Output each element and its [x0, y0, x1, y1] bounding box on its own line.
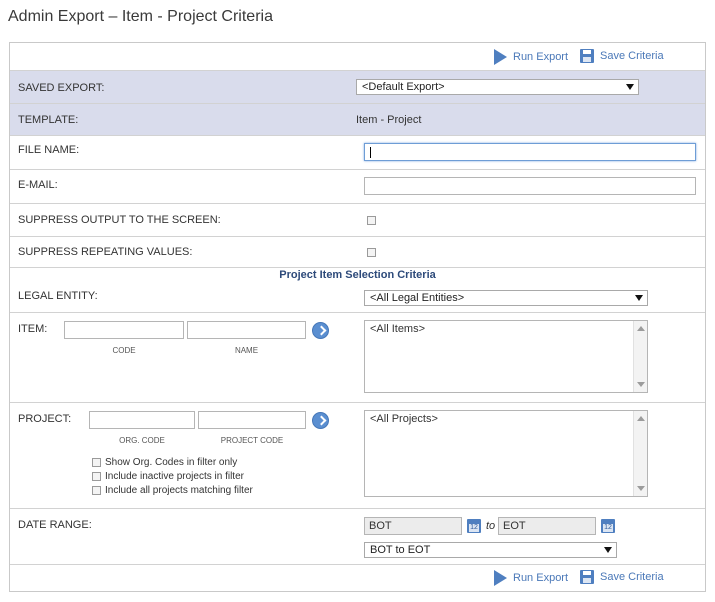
project-code-caption: PROJECT CODE	[220, 436, 284, 445]
date-range-row: DATE RANGE: BOT 12 to EOT 12 BOT to EOT	[10, 509, 705, 565]
legal-entity-label: LEGAL ENTITY:	[18, 290, 98, 302]
play-icon	[494, 49, 507, 65]
item-filter-go-button[interactable]	[312, 322, 329, 339]
legal-entity-value: <All Legal Entities>	[370, 292, 465, 304]
suppress-repeating-checkbox[interactable]	[367, 248, 376, 257]
suppress-output-label: SUPPRESS OUTPUT TO THE SCREEN:	[18, 214, 221, 226]
date-preset-select[interactable]: BOT to EOT	[364, 542, 617, 558]
show-org-codes-label: Show Org. Codes in filter only	[105, 457, 238, 468]
play-icon	[494, 570, 507, 586]
item-label: ITEM:	[18, 323, 48, 335]
calendar-to-icon[interactable]: 12	[601, 519, 615, 533]
date-from-value: BOT	[369, 520, 392, 532]
run-export-label: Run Export	[513, 51, 569, 63]
project-list-entry[interactable]: <All Projects>	[370, 413, 642, 425]
item-name-caption: NAME	[234, 346, 259, 355]
include-all-matching-checkbox[interactable]	[92, 486, 101, 495]
saved-export-select[interactable]: <Default Export>	[356, 79, 639, 95]
show-org-codes-checkbox[interactable]	[92, 458, 101, 467]
date-to-value: EOT	[503, 520, 526, 532]
run-export-button-bottom[interactable]: Run Export	[494, 570, 568, 586]
top-toolbar: Run Export Save Criteria	[10, 43, 705, 71]
template-label: TEMPLATE:	[18, 114, 79, 126]
include-all-matching-label: Include all projects matching filter	[105, 485, 253, 496]
include-inactive-label: Include inactive projects in filter	[105, 471, 244, 482]
dropdown-arrow-icon	[626, 84, 634, 90]
run-export-label: Run Export	[513, 572, 569, 584]
legal-entity-row: Project Item Selection Criteria LEGAL EN…	[10, 268, 705, 313]
suppress-output-checkbox[interactable]	[367, 216, 376, 225]
save-criteria-label: Save Criteria	[600, 50, 664, 62]
project-org-code-input[interactable]	[89, 411, 195, 429]
text-caret	[370, 147, 371, 158]
save-criteria-button-bottom[interactable]: Save Criteria	[580, 570, 664, 584]
page-title: Admin Export – Item - Project Criteria	[8, 8, 273, 25]
item-row: ITEM: CODE NAME <All Items>	[10, 313, 705, 403]
scroll-down-icon[interactable]	[637, 382, 645, 387]
section-title: Project Item Selection Criteria	[279, 269, 436, 281]
date-from-input[interactable]: BOT	[364, 517, 462, 535]
project-listbox[interactable]: <All Projects>	[364, 410, 648, 497]
email-input[interactable]	[364, 177, 696, 195]
item-code-input[interactable]	[64, 321, 184, 339]
dropdown-arrow-icon	[604, 547, 612, 553]
save-disk-icon	[580, 49, 594, 63]
item-code-caption: CODE	[112, 346, 136, 355]
date-preset-value: BOT to EOT	[370, 544, 431, 556]
scroll-up-icon[interactable]	[637, 416, 645, 421]
file-name-input[interactable]	[364, 143, 696, 161]
criteria-panel: Run Export Save Criteria SAVED EXPORT: <…	[9, 42, 706, 592]
file-name-label: FILE NAME:	[18, 144, 80, 156]
project-row: PROJECT: ORG. CODE PROJECT CODE Show Org…	[10, 403, 705, 509]
bottom-toolbar: Run Export Save Criteria	[10, 565, 705, 591]
item-listbox[interactable]: <All Items>	[364, 320, 648, 393]
calendar-from-icon[interactable]: 12	[467, 519, 481, 533]
item-name-input[interactable]	[187, 321, 306, 339]
save-criteria-button[interactable]: Save Criteria	[580, 49, 664, 63]
save-criteria-label: Save Criteria	[600, 571, 664, 583]
saved-export-label: SAVED EXPORT:	[18, 82, 105, 94]
scroll-up-icon[interactable]	[637, 326, 645, 331]
email-row: E-MAIL:	[10, 170, 705, 204]
date-range-label: DATE RANGE:	[18, 519, 92, 531]
include-inactive-checkbox[interactable]	[92, 472, 101, 481]
dropdown-arrow-icon	[635, 295, 643, 301]
suppress-repeating-label: SUPPRESS REPEATING VALUES:	[18, 246, 193, 258]
template-row: TEMPLATE: Item - Project	[10, 104, 705, 136]
date-to-input[interactable]: EOT	[498, 517, 596, 535]
item-list-scrollbar[interactable]	[633, 321, 647, 392]
scroll-down-icon[interactable]	[637, 486, 645, 491]
template-value: Item - Project	[356, 114, 422, 126]
saved-export-row: SAVED EXPORT: <Default Export>	[10, 71, 705, 104]
file-name-row: FILE NAME:	[10, 136, 705, 170]
project-code-input[interactable]	[198, 411, 306, 429]
project-label: PROJECT:	[18, 413, 72, 425]
suppress-output-row: SUPPRESS OUTPUT TO THE SCREEN:	[10, 204, 705, 237]
legal-entity-select[interactable]: <All Legal Entities>	[364, 290, 648, 306]
run-export-button[interactable]: Run Export	[494, 49, 568, 65]
project-list-scrollbar[interactable]	[633, 411, 647, 496]
suppress-repeating-row: SUPPRESS REPEATING VALUES:	[10, 237, 705, 268]
email-label: E-MAIL:	[18, 179, 58, 191]
calendar-day-label: 12	[469, 524, 479, 532]
calendar-day-label: 12	[603, 524, 613, 532]
saved-export-value: <Default Export>	[362, 81, 445, 93]
item-list-entry[interactable]: <All Items>	[370, 323, 642, 335]
org-code-caption: ORG. CODE	[119, 436, 165, 445]
project-filter-go-button[interactable]	[312, 412, 329, 429]
date-to-word: to	[486, 520, 496, 532]
save-disk-icon	[580, 570, 594, 584]
